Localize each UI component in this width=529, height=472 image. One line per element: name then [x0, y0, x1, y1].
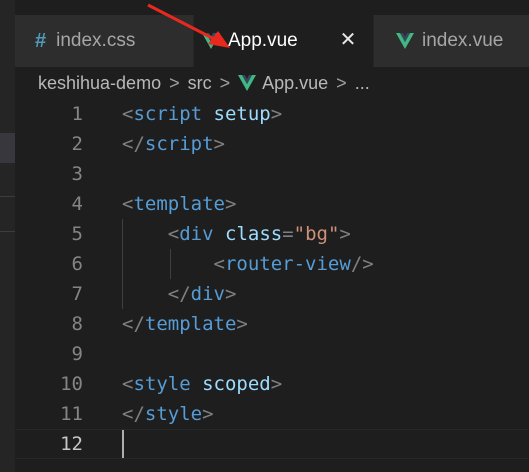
breadcrumb-separator: >: [169, 72, 180, 93]
code-text: </script>: [122, 133, 225, 155]
code-editor[interactable]: 1 <script setup> 2 </script> 3 4 <templa…: [15, 99, 529, 472]
css-hash-icon: #: [35, 29, 47, 52]
tab-label: index.css: [56, 30, 136, 51]
code-text: </template>: [122, 313, 248, 335]
code-text: <router-view/>: [213, 253, 374, 275]
vue-icon: [396, 33, 414, 49]
close-icon[interactable]: ✕: [336, 28, 360, 52]
code-line: 3: [15, 159, 529, 189]
breadcrumb-item-symbols[interactable]: ...: [355, 73, 370, 94]
text-cursor: [122, 430, 124, 458]
line-number: 4: [71, 193, 83, 215]
code-line: 5 <div class="bg">: [15, 219, 529, 249]
breadcrumb-item-project[interactable]: keshihua-demo: [38, 73, 161, 94]
code-text: <template>: [122, 193, 237, 215]
breadcrumb: keshihua-demo > src > App.vue > ...: [38, 67, 370, 99]
sidebar-selection: [0, 133, 15, 163]
code-line: 8 </template>: [15, 309, 529, 339]
line-number: 3: [71, 163, 83, 185]
line-number: 1: [71, 103, 83, 125]
code-line: 9: [15, 339, 529, 369]
code-line: 1 <script setup>: [15, 99, 529, 129]
breadcrumb-item-file[interactable]: App.vue: [262, 73, 328, 94]
code-text: </div>: [167, 283, 237, 305]
line-number: 7: [71, 283, 83, 305]
red-arrow-annotation: [147, 3, 230, 48]
code-line: 12: [15, 429, 529, 459]
line-number: 11: [60, 403, 83, 425]
tab-label: index.vue: [422, 30, 504, 51]
line-number: 5: [71, 223, 83, 245]
breadcrumb-item-src[interactable]: src: [188, 73, 212, 94]
code-text: <style scoped>: [122, 373, 283, 395]
line-number: 12: [60, 433, 83, 455]
line-number: 6: [71, 253, 83, 275]
code-line: 2 </script>: [15, 129, 529, 159]
line-number: 2: [71, 133, 83, 155]
line-number: 8: [71, 313, 83, 335]
code-line: 4 <template>: [15, 189, 529, 219]
vue-icon: [238, 75, 257, 91]
sidebar-strip: [0, 0, 15, 472]
sidebar-divider: [0, 231, 15, 232]
code-line: 7 </div>: [15, 279, 529, 309]
tab-bar: # index.css App.vue ✕ index.vue: [15, 15, 529, 67]
breadcrumb-separator: >: [219, 72, 231, 93]
line-number: 9: [71, 343, 83, 365]
code-line: 6 <router-view/>: [15, 249, 529, 279]
sidebar-divider: [0, 196, 15, 197]
code-text: <script setup>: [122, 103, 283, 125]
code-text: <div class="bg">: [167, 223, 351, 245]
code-line: 11 </style>: [15, 399, 529, 429]
code-text: </style>: [122, 403, 214, 425]
breadcrumb-separator: >: [336, 72, 347, 93]
tab-index-vue[interactable]: index.vue: [374, 15, 529, 67]
line-number: 10: [60, 373, 83, 395]
code-line: 10 <style scoped>: [15, 369, 529, 399]
